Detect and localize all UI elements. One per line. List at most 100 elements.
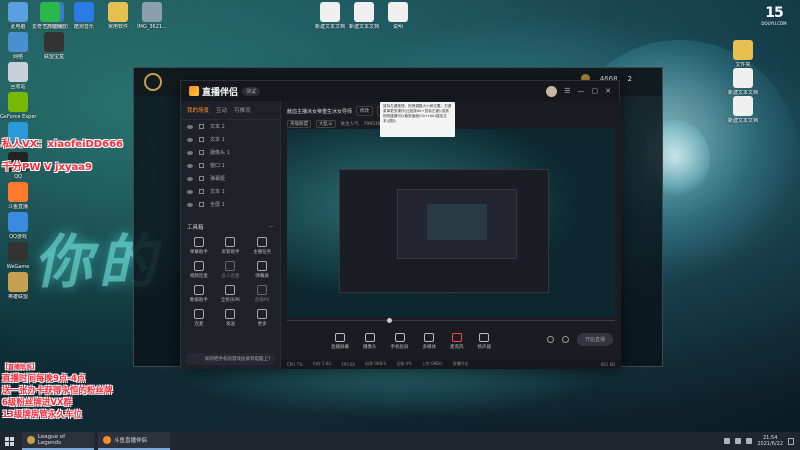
desktop-icon[interactable]: 文件夹: [725, 40, 761, 68]
control-3[interactable]: 多媒体: [423, 332, 436, 350]
tool-item[interactable]: 直播PK: [246, 285, 278, 303]
control-2[interactable]: 手机投屏: [391, 332, 409, 350]
control-0[interactable]: 直播屏幕: [331, 332, 349, 350]
menu-icon[interactable]: ☰: [564, 87, 570, 95]
tool-item[interactable]: 更多: [246, 309, 278, 327]
edit-title-button[interactable]: 修改: [356, 106, 374, 116]
tab-2[interactable]: 可推流: [234, 106, 251, 114]
scene-item[interactable]: 窗口 1: [181, 159, 280, 172]
tool-label: 直播PK: [254, 298, 270, 303]
network-icon[interactable]: [724, 438, 731, 444]
eye-icon[interactable]: [187, 137, 193, 142]
desktop-icon[interactable]: 此电脑: [0, 2, 36, 30]
tool-item[interactable]: 弹幕屏: [246, 261, 278, 279]
start-live-button[interactable]: 开始直播: [576, 333, 613, 346]
record-icon[interactable]: [546, 336, 554, 343]
minimize-icon[interactable]: —: [578, 87, 585, 95]
desktop-icon-label: WeGame: [6, 264, 30, 270]
preview-slider[interactable]: [287, 318, 615, 323]
settings-icon[interactable]: [561, 336, 569, 343]
toolbox-grid: 弹幕助手 房管助手 主播任务视频连麦 多人连麦 弹幕屏数据助手 全民乐PK 直播PK 连麦 发送…: [181, 233, 280, 331]
tab-0[interactable]: 我的场景: [187, 106, 209, 114]
status-item: 码率 0KB/S: [365, 361, 387, 366]
toolbox-more-icon[interactable]: ⋯: [269, 224, 275, 230]
control-1[interactable]: 摄像头: [363, 332, 377, 350]
desktop-icon-label: QQ: [14, 174, 22, 180]
desktop-icon[interactable]: QQ游戏: [0, 212, 36, 240]
eye-icon[interactable]: [187, 150, 193, 155]
tool-item[interactable]: 主播任务: [246, 237, 278, 255]
stream-preview[interactable]: [287, 129, 615, 317]
scene-type-icon: [199, 137, 204, 142]
eye-icon[interactable]: [187, 124, 193, 129]
start-button[interactable]: [0, 432, 18, 450]
user-avatar[interactable]: [546, 85, 558, 97]
scene-label: 文本 1: [210, 189, 225, 195]
tool-item[interactable]: 多人连麦: [215, 261, 247, 279]
scene-item[interactable]: 文本 2: [181, 120, 280, 133]
tool-icon: [193, 309, 204, 319]
desktop-icon[interactable]: 新建文本文档: [725, 68, 761, 96]
control-4[interactable]: 麦克风: [450, 332, 464, 350]
desktop-icon[interactable]: IMG_3621...: [134, 2, 170, 30]
scene-item[interactable]: 文本 1: [181, 133, 280, 146]
control-icon: [394, 332, 405, 342]
eye-icon[interactable]: [187, 163, 193, 168]
tool-label: 发送: [225, 322, 235, 327]
phone-cast-hint[interactable]: 如何把手机的游戏投屏到电脑上?: [185, 353, 276, 365]
notice-line: 直播时间每晚9点-4点: [2, 374, 86, 384]
desktop-icon[interactable]: 常用软件: [100, 2, 136, 30]
tool-item[interactable]: 弹幕助手: [183, 237, 215, 255]
meta-game[interactable]: 大乱斗: [316, 120, 336, 128]
tool-item[interactable]: 数据助手: [183, 285, 215, 303]
taskbar-item[interactable]: League of Legends: [22, 432, 94, 450]
desktop-icon[interactable]: 新建文本文档: [346, 2, 382, 30]
scene-label: 弹幕姬: [210, 176, 226, 182]
desktop-icon[interactable]: 斗鱼直播: [0, 182, 36, 210]
tool-item[interactable]: 房管助手: [215, 237, 247, 255]
tool-item[interactable]: 全民乐PK: [215, 285, 247, 303]
lol-logo-icon: [144, 73, 162, 91]
eye-icon[interactable]: [187, 176, 193, 181]
scene-item[interactable]: 全屏 1: [181, 198, 280, 211]
taskbar-item-label: League of Legends: [37, 434, 66, 446]
meta-category[interactable]: 英雄联盟: [287, 120, 311, 128]
scene-item[interactable]: 文本 1: [181, 185, 280, 198]
preview-slider-knob[interactable]: [387, 318, 392, 323]
input-method-icon[interactable]: [746, 438, 753, 444]
desktop-icon[interactable]: 联盟宝盒: [36, 32, 72, 60]
tool-icon: [225, 237, 236, 247]
desktop-icon[interactable]: 酷狗音乐: [66, 2, 102, 30]
tool-item[interactable]: 连麦: [183, 309, 215, 327]
desktop-icon[interactable]: 新建文本文档: [725, 96, 761, 124]
desktop-icon[interactable]: 说明: [380, 2, 416, 30]
desktop-icon[interactable]: 回收站: [0, 62, 36, 90]
notification-icon[interactable]: [788, 437, 794, 445]
desktop-icon[interactable]: WeGame: [0, 242, 36, 270]
desktop-icon-image: [8, 62, 28, 82]
desktop-icon[interactable]: 网络: [0, 32, 36, 60]
maximize-icon[interactable]: ▢: [592, 87, 599, 95]
taskbar-item[interactable]: 斗鱼直播伴侣: [98, 432, 170, 450]
desktop-icon-image: [8, 182, 28, 202]
desktop-icon[interactable]: 英雄联盟: [0, 272, 36, 300]
clock[interactable]: 21:54 2021/6/22: [757, 435, 783, 447]
desktop-icon-label: 说明: [392, 24, 403, 30]
close-icon[interactable]: ✕: [605, 87, 611, 95]
volume-icon[interactable]: [735, 438, 742, 444]
desktop-icon-image: [8, 2, 28, 22]
eye-icon[interactable]: [187, 202, 193, 207]
status-item: 直播时长: [452, 361, 469, 366]
control-label: 摄像头: [363, 344, 377, 350]
control-label: 麦克风: [450, 344, 464, 350]
desktop-icon[interactable]: 新建文本文档: [312, 2, 348, 30]
scene-item[interactable]: 弹幕姬: [181, 172, 280, 185]
desktop-icon[interactable]: 爱奇艺万能播放器: [32, 2, 68, 30]
tool-item[interactable]: 视频连麦: [183, 261, 215, 279]
tab-1[interactable]: 互动: [216, 106, 227, 114]
desktop-icon[interactable]: GeForce Experience: [0, 92, 36, 120]
scene-item[interactable]: 摄像头 1: [181, 146, 280, 159]
control-5[interactable]: 扬声器: [478, 332, 491, 350]
eye-icon[interactable]: [187, 189, 193, 194]
tool-item[interactable]: 发送: [215, 309, 247, 327]
